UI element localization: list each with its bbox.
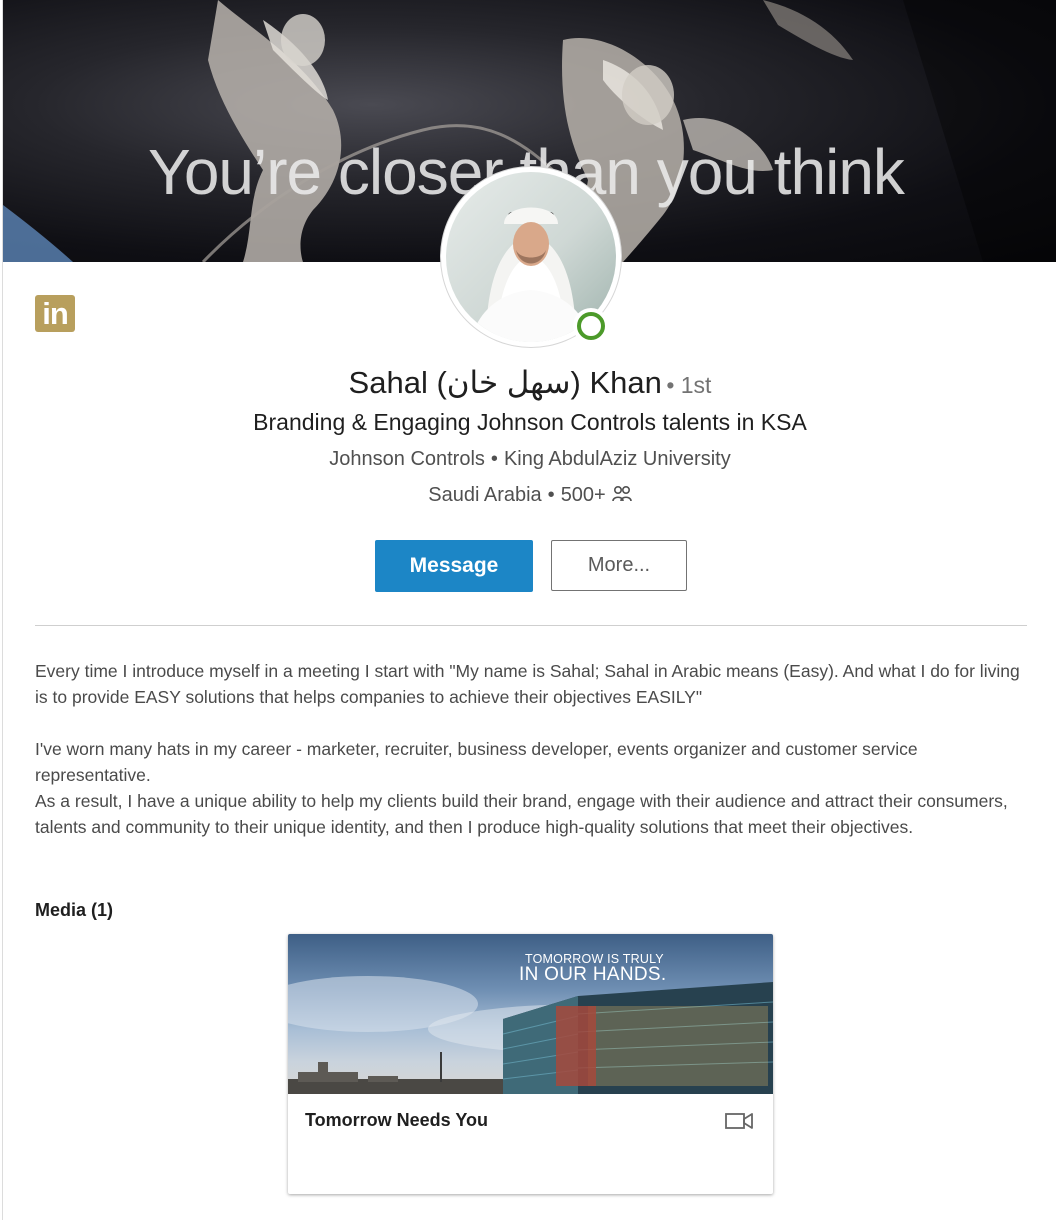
name-row: Sahal (سهل خان) Khan • 1st [3, 365, 1056, 401]
profile-headline: Branding & Engaging Johnson Controls tal… [253, 409, 807, 435]
media-section-title: Media (1) [35, 900, 114, 920]
summary-paragraph: As a result, I have a unique ability to … [35, 791, 1008, 837]
more-button[interactable]: More... [551, 540, 687, 591]
school-link[interactable]: King AbdulAziz University [504, 448, 731, 470]
online-status-indicator [573, 308, 609, 344]
media-thumbnail[interactable]: TOMORROW IS TRULY IN OUR HANDS. [288, 934, 773, 1094]
profile-name: Sahal (سهل خان) Khan [348, 365, 662, 400]
connections-count[interactable]: 500+ [561, 484, 606, 506]
profile-card: You’re closer than you think in Sahal (س… [2, 0, 1056, 1220]
media-item-card[interactable]: TOMORROW IS TRULY IN OUR HANDS. Tomorrow… [288, 934, 773, 1194]
section-divider [35, 625, 1027, 626]
location: Saudi Arabia [428, 484, 542, 506]
summary-paragraph: I've worn many hats in my career - marke… [35, 739, 918, 785]
thumbnail-big-text: IN OUR HANDS. [519, 964, 667, 985]
summary-paragraph: Every time I introduce myself in a meeti… [35, 661, 1020, 707]
people-icon [611, 485, 632, 502]
summary-section: Every time I introduce myself in a meeti… [35, 658, 1025, 840]
experience-education-row: Johnson Controls • King AbdulAziz Universi… [329, 448, 731, 470]
location-row: Saudi Arabia • 500+ [3, 484, 1056, 507]
media-caption[interactable]: Tomorrow Needs You [305, 1110, 488, 1131]
message-button[interactable]: Message [375, 540, 533, 592]
video-camera-icon [725, 1113, 753, 1129]
linkedin-logo-icon[interactable]: in [35, 295, 75, 332]
connection-degree: • 1st [666, 372, 712, 398]
current-company-link[interactable]: Johnson Controls [329, 448, 485, 470]
